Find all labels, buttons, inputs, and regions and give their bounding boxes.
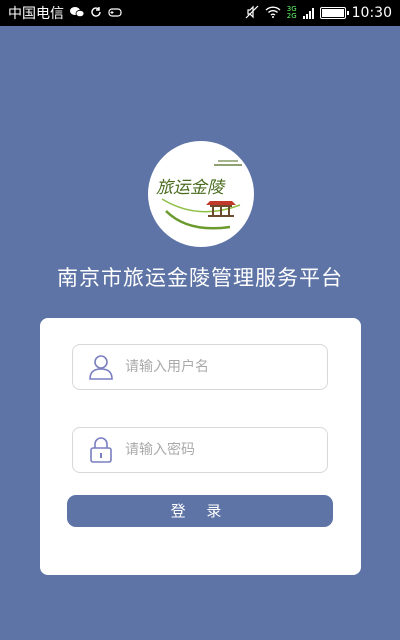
logo-text: 旅运金陵 — [156, 178, 226, 198]
network-type-bottom: 2G — [286, 12, 297, 20]
status-bar: 中国电信 3G 2G 10:30 — [0, 0, 400, 26]
wechat-icon — [70, 6, 85, 20]
username-field[interactable] — [72, 344, 328, 390]
gamepad-icon — [108, 7, 122, 19]
network-type: 3G 2G — [287, 6, 297, 20]
login-card: 登 录 — [40, 318, 361, 575]
username-input[interactable] — [125, 359, 315, 375]
sync-icon — [90, 6, 102, 20]
pavilion-icon — [206, 201, 236, 217]
login-button[interactable]: 登 录 — [67, 495, 333, 527]
password-field[interactable] — [72, 427, 328, 473]
lock-icon — [87, 436, 115, 464]
clock: 10:30 — [351, 5, 392, 21]
status-bar-right: 3G 2G 10:30 — [245, 5, 392, 21]
status-bar-left: 中国电信 — [8, 3, 122, 23]
user-icon — [87, 353, 115, 381]
signal-icon — [302, 7, 314, 19]
wifi-icon — [265, 6, 281, 20]
password-input[interactable] — [125, 442, 315, 458]
carrier-name: 中国电信 — [8, 6, 64, 22]
battery-icon — [319, 7, 349, 19]
mute-icon — [245, 5, 259, 21]
app-title: 南京市旅运金陵管理服务平台 — [57, 266, 343, 290]
app-logo: 旅运金陵 — [148, 141, 254, 247]
